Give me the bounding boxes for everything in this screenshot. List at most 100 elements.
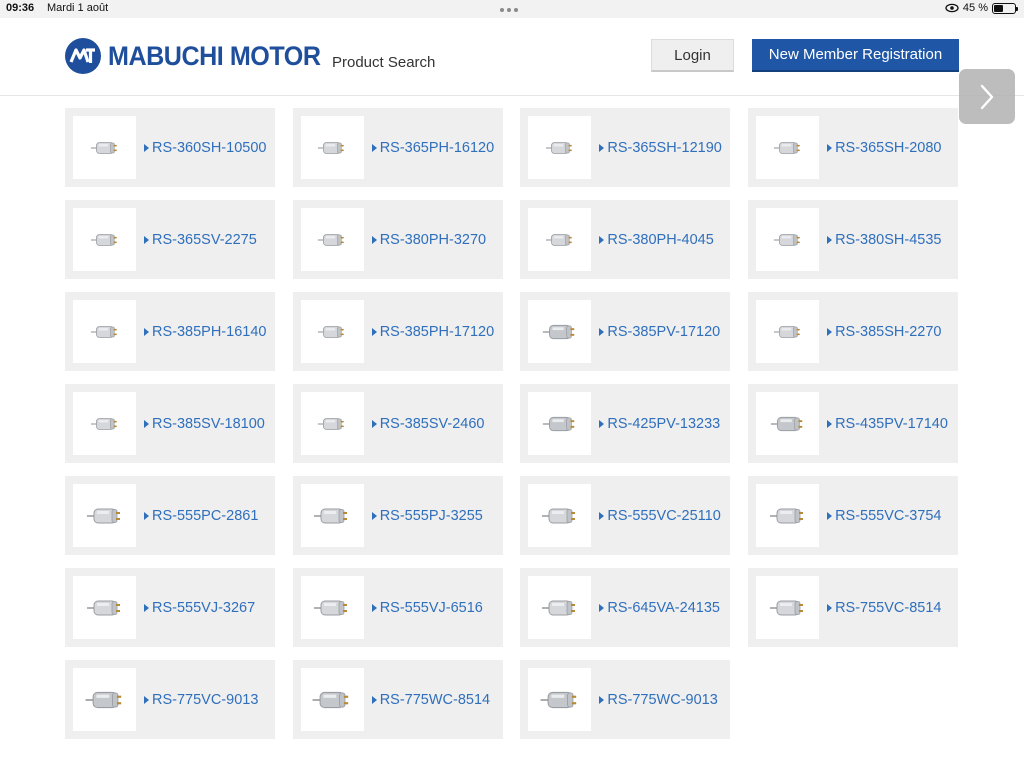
product-thumbnail[interactable] <box>756 576 820 639</box>
product-card[interactable]: RS-435PV-17140 <box>748 384 959 463</box>
product-link[interactable]: RS-365PH-16120 <box>371 138 496 158</box>
product-name[interactable]: RS-555PJ-3255 <box>380 506 483 526</box>
product-card[interactable]: RS-755VC-8514 <box>748 568 959 647</box>
product-thumbnail[interactable] <box>528 576 592 639</box>
product-card[interactable]: RS-555VC-25110 <box>520 476 731 555</box>
login-button[interactable]: Login <box>651 39 734 72</box>
product-thumbnail[interactable] <box>73 484 136 547</box>
product-name[interactable]: RS-555VJ-3267 <box>152 598 255 618</box>
product-card[interactable]: RS-385SH-2270 <box>748 292 959 371</box>
product-thumbnail[interactable] <box>300 392 364 455</box>
product-thumbnail[interactable] <box>756 116 820 179</box>
product-link[interactable]: RS-645VA-24135 <box>599 598 723 618</box>
product-thumbnail[interactable] <box>528 300 592 363</box>
product-name[interactable]: RS-385PH-16140 <box>152 322 266 342</box>
product-name[interactable]: RS-645VA-24135 <box>607 598 720 618</box>
product-link[interactable]: RS-380PH-3270 <box>371 230 496 250</box>
product-card[interactable]: RS-385SV-18100 <box>65 384 275 463</box>
product-link[interactable]: RS-365SV-2275 <box>144 230 268 250</box>
product-link[interactable]: RS-555VC-25110 <box>599 506 723 526</box>
product-card[interactable]: RS-555VJ-6516 <box>292 568 503 647</box>
product-card[interactable]: RS-385PH-16140 <box>65 292 275 371</box>
product-card[interactable]: RS-555VJ-3267 <box>65 568 275 647</box>
product-name[interactable]: RS-380PH-4045 <box>607 230 713 250</box>
product-link[interactable]: RS-425PV-13233 <box>599 414 723 434</box>
product-link[interactable]: RS-385SV-18100 <box>144 414 268 434</box>
product-card[interactable]: RS-775VC-9013 <box>65 660 275 739</box>
product-link[interactable]: RS-555VJ-3267 <box>144 598 268 618</box>
product-link[interactable]: RS-380PH-4045 <box>599 230 723 250</box>
product-thumbnail[interactable] <box>528 668 592 731</box>
product-thumbnail[interactable] <box>528 392 592 455</box>
product-thumbnail[interactable] <box>73 668 136 731</box>
product-card[interactable]: RS-365SH-12190 <box>520 108 731 187</box>
product-name[interactable]: RS-555VC-3754 <box>835 506 941 526</box>
product-thumbnail[interactable] <box>300 208 364 271</box>
product-card[interactable]: RS-775WC-8514 <box>292 660 503 739</box>
product-card[interactable]: RS-645VA-24135 <box>520 568 731 647</box>
product-card[interactable]: RS-555VC-3754 <box>748 476 959 555</box>
product-thumbnail[interactable] <box>756 208 820 271</box>
product-card[interactable]: RS-385SV-2460 <box>292 384 503 463</box>
product-link[interactable]: RS-365SH-2080 <box>827 138 951 158</box>
product-card[interactable]: RS-425PV-13233 <box>520 384 731 463</box>
product-thumbnail[interactable] <box>73 392 136 455</box>
product-thumbnail[interactable] <box>528 116 592 179</box>
product-card[interactable]: RS-365PH-16120 <box>292 108 503 187</box>
product-link[interactable]: RS-385PH-17120 <box>371 322 496 342</box>
product-name[interactable]: RS-435PV-17140 <box>835 414 948 434</box>
product-name[interactable]: RS-385PH-17120 <box>380 322 494 342</box>
product-link[interactable]: RS-380SH-4535 <box>827 230 951 250</box>
product-thumbnail[interactable] <box>300 116 364 179</box>
product-card[interactable]: RS-380PH-3270 <box>292 200 503 279</box>
product-name[interactable]: RS-775WC-9013 <box>607 690 717 710</box>
product-link[interactable]: RS-775VC-9013 <box>144 690 268 710</box>
multitasking-dots-icon[interactable] <box>500 8 518 12</box>
product-card[interactable]: RS-385PH-17120 <box>292 292 503 371</box>
product-thumbnail[interactable] <box>300 668 364 731</box>
product-thumbnail[interactable] <box>300 576 364 639</box>
product-link[interactable]: RS-555VJ-6516 <box>371 598 496 618</box>
product-name[interactable]: RS-385SV-18100 <box>152 414 265 434</box>
product-card[interactable]: RS-365SH-2080 <box>748 108 959 187</box>
product-thumbnail[interactable] <box>73 576 136 639</box>
product-name[interactable]: RS-775VC-9013 <box>152 690 258 710</box>
product-link[interactable]: RS-435PV-17140 <box>827 414 951 434</box>
product-name[interactable]: RS-365SH-2080 <box>835 138 941 158</box>
product-thumbnail[interactable] <box>756 392 820 455</box>
product-name[interactable]: RS-385PV-17120 <box>607 322 720 342</box>
product-link[interactable]: RS-555PC-2861 <box>144 506 268 526</box>
product-name[interactable]: RS-360SH-10500 <box>152 138 266 158</box>
new-member-registration-button[interactable]: New Member Registration <box>752 39 959 72</box>
product-link[interactable]: RS-385PV-17120 <box>599 322 723 342</box>
product-name[interactable]: RS-555PC-2861 <box>152 506 258 526</box>
product-name[interactable]: RS-555VJ-6516 <box>380 598 483 618</box>
product-card[interactable]: RS-380PH-4045 <box>520 200 731 279</box>
product-name[interactable]: RS-755VC-8514 <box>835 598 941 618</box>
product-link[interactable]: RS-385SV-2460 <box>371 414 496 434</box>
product-card[interactable]: RS-360SH-10500 <box>65 108 275 187</box>
product-card[interactable]: RS-365SV-2275 <box>65 200 275 279</box>
product-name[interactable]: RS-385SV-2460 <box>380 414 485 434</box>
product-card[interactable]: RS-555PJ-3255 <box>292 476 503 555</box>
product-thumbnail[interactable] <box>73 300 136 363</box>
product-thumbnail[interactable] <box>73 116 136 179</box>
product-name[interactable]: RS-365SV-2275 <box>152 230 257 250</box>
product-card[interactable]: RS-555PC-2861 <box>65 476 275 555</box>
product-name[interactable]: RS-365PH-16120 <box>380 138 494 158</box>
product-link[interactable]: RS-385PH-16140 <box>144 322 268 342</box>
product-card[interactable]: RS-775WC-9013 <box>520 660 731 739</box>
product-name[interactable]: RS-555VC-25110 <box>607 506 720 526</box>
next-page-button[interactable] <box>959 69 1015 124</box>
product-thumbnail[interactable] <box>300 300 364 363</box>
product-link[interactable]: RS-775WC-8514 <box>371 690 496 710</box>
product-thumbnail[interactable] <box>528 484 592 547</box>
product-thumbnail[interactable] <box>300 484 364 547</box>
product-name[interactable]: RS-775WC-8514 <box>380 690 490 710</box>
product-card[interactable]: RS-385PV-17120 <box>520 292 731 371</box>
product-name[interactable]: RS-365SH-12190 <box>607 138 721 158</box>
product-thumbnail[interactable] <box>756 300 820 363</box>
product-link[interactable]: RS-555PJ-3255 <box>371 506 496 526</box>
product-thumbnail[interactable] <box>756 484 820 547</box>
mabuchi-logo[interactable]: MABUCHI MOTOR <box>64 37 336 75</box>
